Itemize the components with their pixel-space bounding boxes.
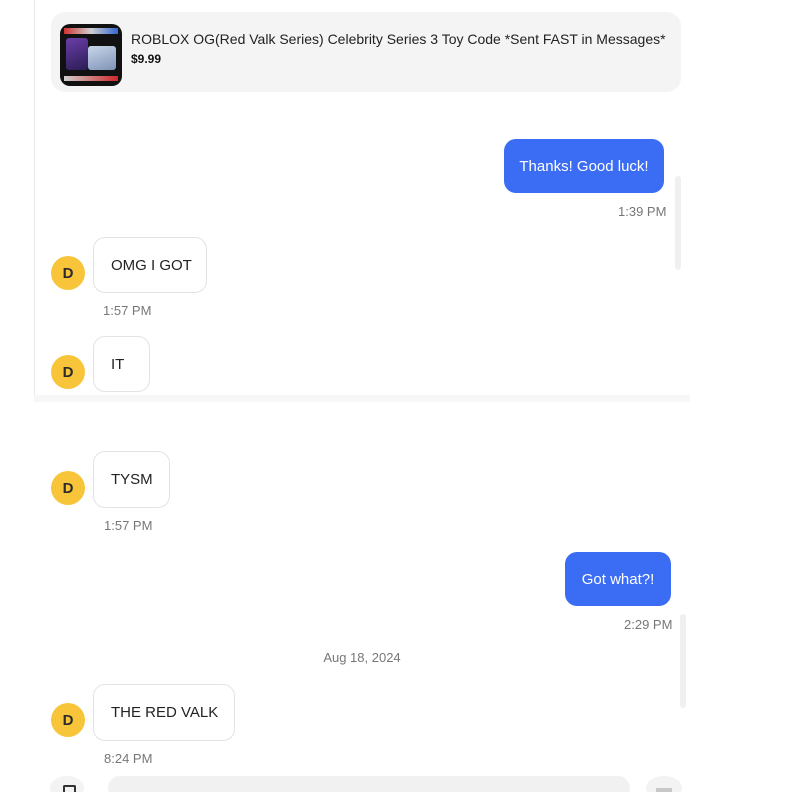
avatar[interactable]: D: [51, 355, 85, 389]
message-timestamp: 1:57 PM: [104, 518, 153, 533]
send-icon: [656, 788, 672, 792]
scrollbar[interactable]: [680, 614, 686, 708]
image-icon: [63, 785, 76, 792]
message-bubble-outgoing: Thanks! Good luck!: [504, 139, 664, 193]
message-bubble-incoming: THE RED VALK: [93, 684, 235, 741]
message-bubble-incoming: OMG I GOT: [93, 237, 207, 293]
message-bubble-outgoing: Got what?!: [565, 552, 671, 606]
message-timestamp: 1:39 PM: [618, 204, 667, 219]
avatar[interactable]: D: [51, 703, 85, 737]
message-timestamp: 2:29 PM: [624, 617, 673, 632]
listing-thumbnail[interactable]: [60, 24, 122, 86]
message-timestamp: 1:57 PM: [103, 303, 152, 318]
message-timestamp: 8:24 PM: [104, 751, 153, 766]
scrollbar[interactable]: [675, 176, 681, 270]
message-bubble-incoming: TYSM: [93, 451, 170, 508]
message-input[interactable]: [108, 776, 630, 792]
listing-price: $9.99: [131, 52, 162, 66]
screenshot-divider: [34, 395, 690, 402]
avatar[interactable]: D: [51, 256, 85, 290]
message-bubble-incoming: IT: [93, 336, 150, 392]
conversation-panel-top: ROBLOX OG(Red Valk Series) Celebrity Ser…: [34, 0, 691, 395]
date-separator: Aug 18, 2024: [323, 650, 401, 665]
listing-card[interactable]: ROBLOX OG(Red Valk Series) Celebrity Ser…: [51, 12, 681, 92]
attachment-button[interactable]: [50, 776, 84, 792]
send-button[interactable]: [646, 776, 682, 792]
conversation-panel-bottom: D TYSM 1:57 PM Got what?! 2:29 PM Aug 18…: [34, 402, 690, 792]
avatar[interactable]: D: [51, 471, 85, 505]
listing-title[interactable]: ROBLOX OG(Red Valk Series) Celebrity Ser…: [131, 31, 666, 47]
